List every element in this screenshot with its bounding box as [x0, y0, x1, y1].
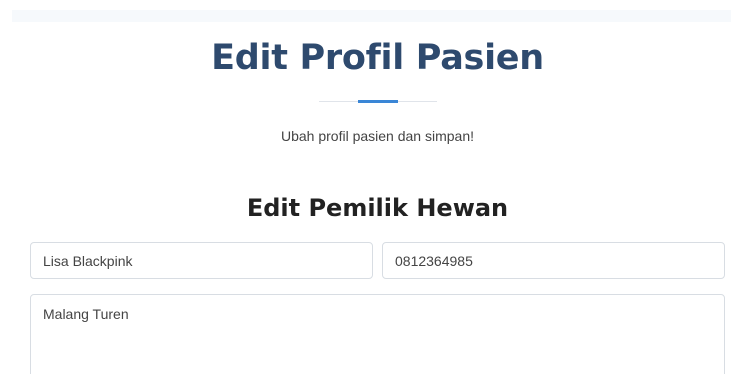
header-strip [12, 10, 731, 22]
page-subtitle: Ubah profil pasien dan simpan! [280, 128, 474, 144]
owner-name-input[interactable] [30, 242, 373, 279]
title-divider-accent [358, 100, 398, 103]
edit-profile-page: Edit Profil Pasien Ubah profil pasien da… [0, 0, 731, 374]
page-title: Edit Profil Pasien [211, 38, 544, 78]
section-title-owner: Edit Pemilik Hewan [246, 194, 509, 222]
owner-phone-input[interactable] [382, 242, 725, 279]
owner-address-textarea[interactable]: Malang Turen [30, 294, 725, 374]
